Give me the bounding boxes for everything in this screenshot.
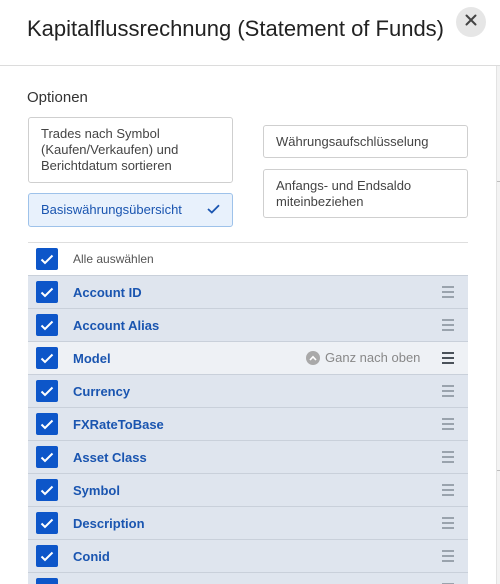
field-label: Conid — [73, 549, 110, 564]
select-all-row[interactable]: Alle auswählen — [28, 242, 468, 275]
drag-handle-icon[interactable] — [442, 418, 454, 430]
field-checkbox[interactable] — [36, 479, 58, 501]
field-label: Description — [73, 516, 145, 531]
close-icon — [465, 13, 477, 31]
statement-of-funds-dialog: Kapitalflussrechnung (Statement of Funds… — [0, 0, 500, 584]
field-label: Asset Class — [73, 450, 147, 465]
field-label: FXRateToBase — [73, 417, 164, 432]
move-to-top-button[interactable]: Ganz nach oben — [306, 350, 420, 365]
field-row[interactable]: FXRateToBase — [28, 407, 468, 440]
field-checkbox[interactable] — [36, 314, 58, 336]
field-checkbox[interactable] — [36, 578, 58, 584]
chevron-up-icon — [306, 350, 320, 365]
field-row[interactable]: Description — [28, 506, 468, 539]
drag-handle-icon[interactable] — [442, 484, 454, 496]
drag-handle-icon[interactable] — [442, 286, 454, 298]
drag-handle-icon[interactable] — [442, 517, 454, 529]
drag-handle-icon[interactable] — [442, 352, 454, 364]
field-label: Currency — [73, 384, 131, 399]
include-balances-label: Anfangs- und Endsaldo miteinbeziehen — [276, 177, 412, 209]
field-checkbox[interactable] — [36, 446, 58, 468]
close-button[interactable] — [456, 7, 486, 37]
field-row[interactable] — [28, 572, 468, 584]
options-section-label: Optionen — [27, 89, 88, 106]
field-checkbox[interactable] — [36, 545, 58, 567]
move-to-top-label: Ganz nach oben — [325, 350, 421, 365]
field-checkbox[interactable] — [36, 380, 58, 402]
drag-handle-icon[interactable] — [442, 385, 454, 397]
field-label: Account ID — [73, 285, 142, 300]
currency-breakdown-label: Währungsaufschlüsselung — [276, 133, 429, 149]
field-row[interactable]: Symbol — [28, 473, 468, 506]
field-row[interactable]: Account ID — [28, 275, 468, 308]
field-row[interactable]: Model Ganz nach oben — [28, 341, 468, 374]
dialog-header: Kapitalflussrechnung (Statement of Funds… — [0, 0, 500, 66]
field-row[interactable]: Asset Class — [28, 440, 468, 473]
sort-trades-option-label: Trades nach Symbol (Kaufen/Verkaufen) un… — [41, 126, 179, 173]
drag-handle-icon[interactable] — [442, 319, 454, 331]
select-all-label: Alle auswählen — [73, 252, 154, 266]
sort-trades-option[interactable]: Trades nach Symbol (Kaufen/Verkaufen) un… — [28, 117, 233, 183]
base-currency-summary-label: Basiswährungsübersicht — [41, 202, 182, 217]
field-row[interactable]: Account Alias — [28, 308, 468, 341]
field-label: Account Alias — [73, 318, 160, 333]
scrollbar-track[interactable] — [496, 66, 500, 584]
select-all-checkbox[interactable] — [36, 248, 58, 270]
field-checkbox[interactable] — [36, 413, 58, 435]
drag-handle-icon[interactable] — [442, 550, 454, 562]
checkmark-icon — [207, 202, 220, 218]
field-row[interactable]: Conid — [28, 539, 468, 572]
checkmark-icon — [40, 254, 54, 264]
base-currency-summary-option[interactable]: Basiswährungsübersicht — [28, 193, 233, 227]
dialog-title: Kapitalflussrechnung (Statement of Funds… — [27, 16, 445, 41]
field-label: Model — [73, 351, 111, 366]
field-checkbox[interactable] — [36, 281, 58, 303]
field-checkbox[interactable] — [36, 512, 58, 534]
drag-handle-icon[interactable] — [442, 451, 454, 463]
field-checkbox[interactable] — [36, 347, 58, 369]
include-balances-option[interactable]: Anfangs- und Endsaldo miteinbeziehen — [263, 169, 468, 218]
field-row[interactable]: Currency — [28, 374, 468, 407]
currency-breakdown-option[interactable]: Währungsaufschlüsselung — [263, 125, 468, 158]
field-label: Symbol — [73, 483, 120, 498]
